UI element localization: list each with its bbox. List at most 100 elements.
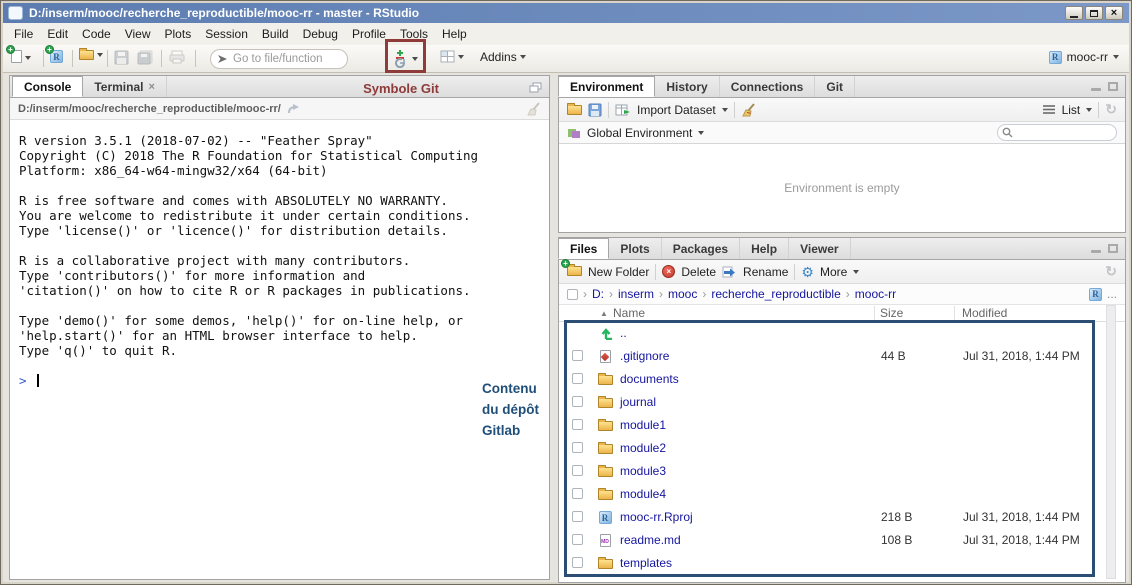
project-selector[interactable]: mooc-rr [1049, 50, 1119, 64]
file-link[interactable]: mooc-rr.Rproj [620, 510, 693, 524]
addins-button[interactable]: Addins [480, 50, 526, 64]
select-all-checkbox[interactable] [567, 289, 578, 300]
sort-ascending-icon[interactable]: ▲ [600, 309, 608, 318]
file-row[interactable]: module4 [559, 483, 1125, 506]
menu-session[interactable]: Session [198, 24, 255, 44]
file-link[interactable]: .. [620, 326, 627, 340]
close-button[interactable]: × [1105, 6, 1123, 20]
menu-profile[interactable]: Profile [345, 24, 393, 44]
file-row[interactable]: documents [559, 368, 1125, 391]
environment-search-input[interactable] [997, 124, 1117, 141]
save-workspace-icon[interactable] [588, 103, 602, 117]
column-header-name[interactable]: Name [613, 306, 645, 320]
minimize-pane-icon[interactable] [1091, 250, 1101, 253]
file-link[interactable]: module4 [620, 487, 666, 501]
project-root-icon[interactable] [1089, 288, 1102, 301]
file-checkbox[interactable] [572, 488, 583, 499]
tab-help[interactable]: Help [740, 238, 789, 259]
file-link[interactable]: templates [620, 556, 672, 570]
refresh-environment-icon[interactable]: ↻ [1105, 101, 1117, 118]
git-commit-button[interactable] [393, 50, 418, 68]
list-view-button[interactable]: List [1062, 103, 1081, 117]
more-button[interactable]: More [820, 265, 847, 279]
goto-directory-icon[interactable] [287, 104, 300, 114]
column-header-size[interactable]: Size [880, 306, 903, 320]
file-row[interactable]: journal [559, 391, 1125, 414]
menu-debug[interactable]: Debug [296, 24, 345, 44]
maximize-pane-icon[interactable] [1108, 82, 1118, 91]
goto-file-input[interactable] [210, 49, 348, 69]
load-workspace-icon[interactable] [567, 105, 582, 115]
save-all-button[interactable] [137, 50, 153, 65]
tab-viewer[interactable]: Viewer [789, 238, 850, 259]
minimize-button[interactable] [1065, 6, 1083, 20]
file-link[interactable]: readme.md [620, 533, 681, 547]
delete-button[interactable]: Delete [681, 265, 716, 279]
clear-console-icon[interactable] [526, 102, 541, 116]
rename-button[interactable]: Rename [743, 265, 788, 279]
tab-git[interactable]: Git [815, 76, 855, 97]
breadcrumb-overflow[interactable]: ... [1107, 287, 1117, 301]
file-row[interactable]: module2 [559, 437, 1125, 460]
file-checkbox[interactable] [572, 557, 583, 568]
breadcrumb-mooc-rr[interactable]: mooc-rr [855, 287, 896, 301]
file-checkbox[interactable] [572, 350, 583, 361]
breadcrumb-recherche[interactable]: recherche_reproductible [711, 287, 840, 301]
file-row-parent[interactable]: .. [559, 322, 1125, 345]
file-link[interactable]: module3 [620, 464, 666, 478]
tab-packages[interactable]: Packages [662, 238, 740, 259]
new-folder-button[interactable]: New Folder [588, 265, 649, 279]
print-button[interactable] [169, 50, 185, 64]
file-checkbox[interactable] [572, 396, 583, 407]
file-checkbox[interactable] [572, 373, 583, 384]
menu-code[interactable]: Code [75, 24, 118, 44]
file-checkbox[interactable] [572, 465, 583, 476]
tab-plots[interactable]: Plots [609, 238, 661, 259]
files-scrollbar[interactable] [1106, 305, 1116, 579]
file-checkbox[interactable] [572, 511, 583, 522]
console-output-area[interactable]: R version 3.5.1 (2018-07-02) -- "Feather… [10, 121, 549, 579]
close-terminal-icon[interactable]: × [148, 81, 154, 93]
clear-environment-icon[interactable] [741, 103, 756, 117]
menu-build[interactable]: Build [255, 24, 296, 44]
tab-connections[interactable]: Connections [720, 76, 816, 97]
file-link[interactable]: module1 [620, 418, 666, 432]
tab-terminal[interactable]: Terminal × [83, 76, 167, 97]
file-link[interactable]: documents [620, 372, 679, 386]
file-checkbox[interactable] [572, 534, 583, 545]
file-row[interactable]: mooc-rr.Rproj 218 B Jul 31, 2018, 1:44 P… [559, 506, 1125, 529]
file-checkbox[interactable] [572, 419, 583, 430]
new-file-button[interactable] [11, 50, 31, 66]
tab-console[interactable]: Console [12, 76, 83, 97]
tab-history[interactable]: History [655, 76, 719, 97]
file-row[interactable]: templates [559, 552, 1125, 575]
import-dataset-button[interactable]: Import Dataset [637, 103, 716, 117]
breadcrumb-mooc[interactable]: mooc [668, 287, 697, 301]
minimize-pane-icon[interactable] [1091, 88, 1101, 91]
column-header-modified[interactable]: Modified [962, 306, 1007, 320]
refresh-files-icon[interactable]: ↻ [1105, 263, 1117, 280]
breadcrumb-drive[interactable]: D: [592, 287, 604, 301]
menu-plots[interactable]: Plots [158, 24, 199, 44]
file-row[interactable]: .gitignore 44 B Jul 31, 2018, 1:44 PM [559, 345, 1125, 368]
open-file-button[interactable] [79, 50, 103, 60]
environment-scope-selector[interactable]: Global Environment [587, 126, 692, 140]
file-row[interactable]: readme.md 108 B Jul 31, 2018, 1:44 PM [559, 529, 1125, 552]
restore-pane-icon[interactable] [529, 82, 542, 93]
file-link[interactable]: journal [620, 395, 656, 409]
save-button[interactable] [114, 50, 129, 65]
menu-view[interactable]: View [118, 24, 158, 44]
file-row[interactable]: module3 [559, 460, 1125, 483]
menu-file[interactable]: File [7, 24, 40, 44]
breadcrumb-inserm[interactable]: inserm [618, 287, 654, 301]
file-link[interactable]: .gitignore [620, 349, 669, 363]
file-link[interactable]: module2 [620, 441, 666, 455]
maximize-pane-icon[interactable] [1108, 244, 1118, 253]
file-row[interactable]: module1 [559, 414, 1125, 437]
new-project-button[interactable] [50, 50, 63, 63]
file-checkbox[interactable] [572, 442, 583, 453]
maximize-button[interactable] [1085, 6, 1103, 20]
workspace-panes-button[interactable] [440, 50, 464, 63]
menu-edit[interactable]: Edit [40, 24, 75, 44]
tab-environment[interactable]: Environment [558, 76, 655, 97]
